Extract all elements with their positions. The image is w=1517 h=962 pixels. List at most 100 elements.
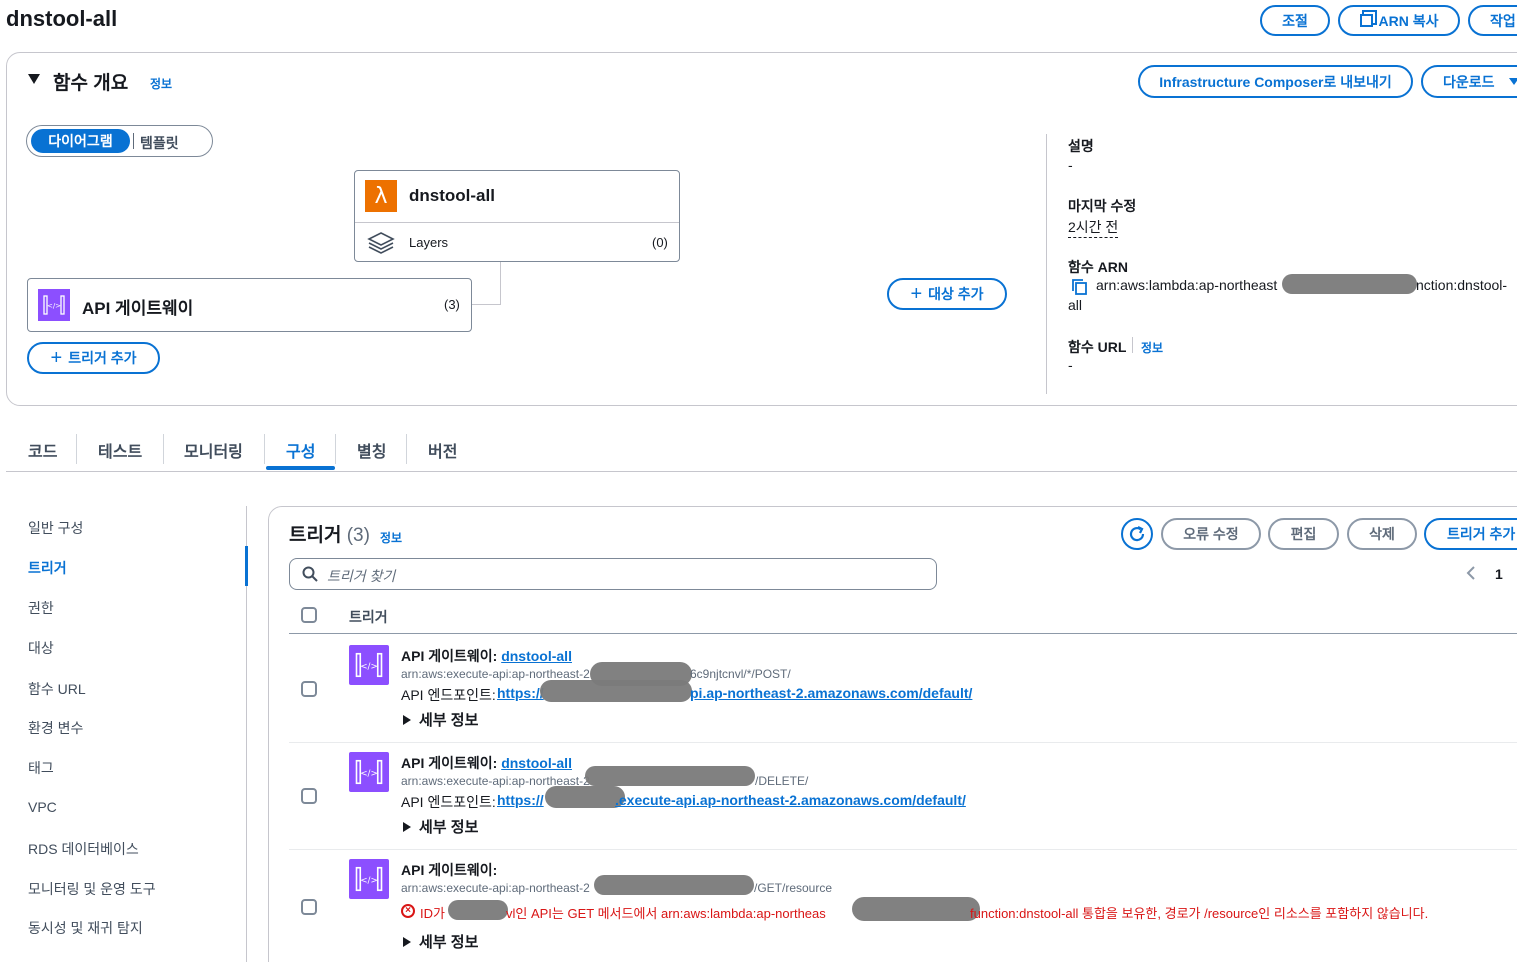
tab-separator [163,434,164,464]
sidebar-item-concurrency[interactable]: 동시성 및 재귀 탐지 [28,918,143,938]
tab-code[interactable]: 코드 [28,438,57,462]
arn-label: 함수 ARN [1068,259,1128,275]
endpoint-link-start[interactable]: https:// [497,792,544,808]
row-arn-end: 6c9njtcnvl/*/POST/ [690,667,791,681]
error-text-start: ID가 [420,906,445,921]
error-text-mid: vl인 API는 GET 메서드에서 arn:aws:lambda:ap-nor… [506,906,826,921]
function-url-info[interactable]: 정보 [1141,339,1163,356]
api-gateway-icon: </> [38,289,70,321]
sidebar-item-function-url[interactable]: 함수 URL [28,679,86,699]
api-gateway-icon: </> [349,752,389,792]
search-input[interactable]: 트리거 찾기 [327,566,395,586]
function-card-divider [355,222,679,223]
delete-button[interactable]: 삭제 [1347,518,1417,550]
edit-button[interactable]: 편집 [1268,518,1339,550]
row-label: API 게이트웨이: dnstool-all [401,646,572,666]
edit-label: 편집 [1290,526,1317,542]
plus-icon: + [910,283,923,305]
url-divider [1132,337,1133,353]
toggle-diagram-label: 다이어그램 [48,133,113,149]
sidebar-item-env-vars[interactable]: 환경 변수 [28,718,83,738]
row-divider [289,742,1517,743]
page-number[interactable]: 1 [1495,566,1503,582]
details-label: 세부 정보 [419,934,479,951]
tab-aliases[interactable]: 별칭 [357,438,386,462]
details-label: 세부 정보 [419,712,479,729]
redaction [448,900,508,920]
download-button[interactable]: 다운로드 [1421,65,1517,98]
collapse-icon[interactable] [28,74,40,84]
api-gateway-icon: </> [349,859,389,899]
throttle-button[interactable]: 조절 [1260,5,1330,36]
sidebar-item-rds[interactable]: RDS 데이터베이스 [28,839,139,859]
fix-errors-button[interactable]: 오류 수정 [1161,518,1261,550]
add-trigger-panel-label: 트리거 추가 [1447,526,1516,542]
row-arn-start: arn:aws:execute-api:ap-northeast-2 [401,881,590,895]
details-toggle[interactable]: 세부 정보 [403,816,478,837]
sidebar-item-triggers[interactable]: 트리거 [28,558,67,578]
redaction [540,680,692,702]
expand-icon [403,714,411,725]
redaction [594,875,754,895]
copy-arn-button[interactable]: ARN 복사 [1338,5,1460,36]
tab-separator [335,434,336,464]
sidebar-item-monitoring-tools[interactable]: 모니터링 및 운영 도구 [28,879,156,899]
add-trigger-panel-button[interactable]: 트리거 추가 [1424,518,1517,550]
row-arn-start: arn:aws:execute-api:ap-northeast-2 [401,667,590,681]
sidebar-item-vpc[interactable]: VPC [28,799,57,815]
prev-page-icon[interactable] [1464,565,1478,581]
sidebar-item-destinations[interactable]: 대상 [28,638,54,658]
api-link[interactable]: dnstool-all [501,648,572,664]
details-toggle[interactable]: 세부 정보 [403,709,478,730]
last-modified-label: 마지막 수정 [1068,198,1137,214]
add-trigger-button[interactable]: + 트리거 추가 [27,342,160,374]
refresh-icon [1129,526,1145,542]
svg-text:</>: </> [47,302,61,310]
sidebar-item-general[interactable]: 일반 구성 [28,518,83,538]
export-composer-button[interactable]: Infrastructure Composer로 내보내기 [1138,65,1413,98]
tab-monitoring[interactable]: 모니터링 [184,438,243,462]
redaction [545,786,625,808]
row-checkbox[interactable] [301,899,317,915]
copy-arn-icon[interactable] [1072,279,1087,295]
toggle-template[interactable]: 템플릿 [140,133,179,153]
arn-suffix: nction:dnstool- [1416,277,1508,293]
row-checkbox[interactable] [301,681,317,697]
actions-button[interactable]: 작업 [1468,5,1517,36]
toggle-diagram[interactable]: 다이어그램 [31,129,130,153]
tab-separator [264,434,265,464]
layers-icon [367,231,395,255]
tab-versions[interactable]: 버전 [428,438,457,462]
tab-test[interactable]: 테스트 [98,438,142,462]
sidebar-item-tags[interactable]: 태그 [28,758,54,778]
endpoint-link-start[interactable]: https:// [497,685,544,701]
refresh-button[interactable] [1121,518,1153,550]
layers-label: Layers [409,235,449,250]
sidebar-item-permissions[interactable]: 권한 [28,598,54,618]
overview-info-link[interactable]: 정보 [150,75,172,92]
redaction [852,897,980,921]
copy-arn-label: ARN 복사 [1378,12,1439,29]
details-toggle[interactable]: 세부 정보 [403,931,478,952]
last-modified-value: 2시간 전 [1068,217,1119,238]
add-destination-button[interactable]: + 대상 추가 [887,278,1007,310]
toggle-template-label: 템플릿 [140,135,179,151]
function-overview-panel [6,52,1517,406]
endpoint-link-end[interactable]: .execute-api.ap-northeast-2.amazonaws.co… [615,792,966,808]
row-type-label: API 게이트웨이: [401,648,498,664]
toggle-divider [133,133,134,149]
triggers-title-text: 트리거 [289,525,342,546]
select-all-checkbox[interactable] [301,607,317,623]
layers-count: (0) [652,235,668,250]
column-header-trigger: 트리거 [349,609,388,625]
function-card[interactable] [354,170,680,262]
function-url-label: 함수 URL [1068,339,1127,355]
add-destination-label: 대상 추가 [928,286,984,302]
endpoint-link-end[interactable]: pi.ap-northeast-2.amazonaws.com/default/ [690,685,972,701]
svg-text:</>: </> [360,876,378,886]
row-checkbox[interactable] [301,788,317,804]
tab-configuration[interactable]: 구성 [286,438,315,462]
function-card-name: dnstool-all [409,186,495,205]
triggers-info-link[interactable]: 정보 [380,529,402,546]
api-link[interactable]: dnstool-all [501,755,572,771]
